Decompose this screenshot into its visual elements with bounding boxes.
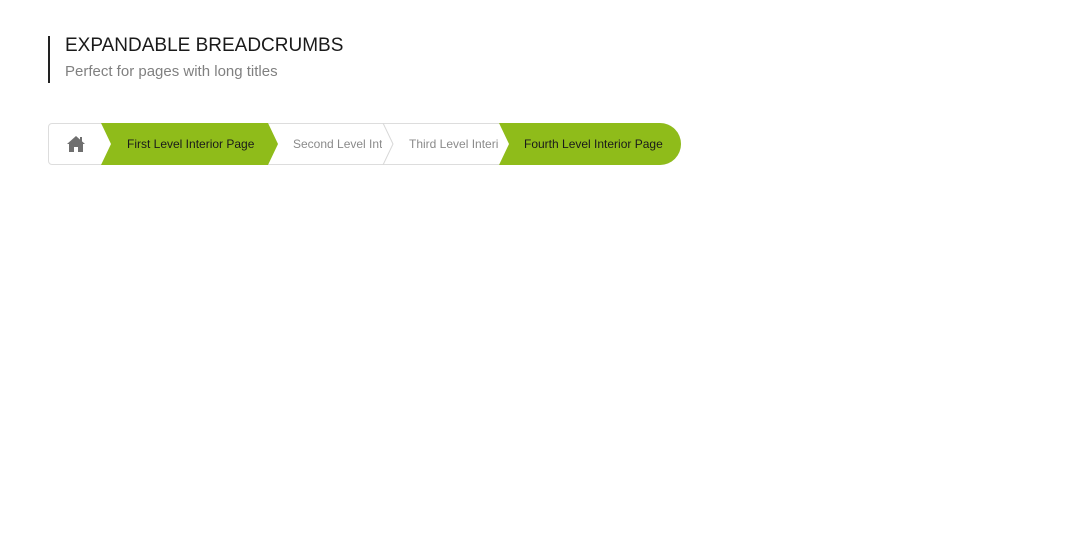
breadcrumb-item-first[interactable]: First Level Interior Page	[127, 123, 267, 165]
breadcrumb-item-fourth[interactable]: Fourth Level Interior Page	[524, 123, 674, 165]
breadcrumb-item-third[interactable]: Third Level Interi	[409, 123, 498, 165]
page-title: EXPANDABLE BREADCRUMBS	[65, 35, 344, 56]
breadcrumb-item-second[interactable]: Second Level Int	[293, 123, 382, 165]
page-subtitle: Perfect for pages with long titles	[65, 63, 278, 80]
breadcrumb-home[interactable]	[66, 135, 86, 153]
page-header: EXPANDABLE BREADCRUMBS Perfect for pages…	[48, 35, 344, 83]
breadcrumb: First Level Interior Page Second Level I…	[48, 123, 681, 165]
home-icon	[67, 136, 85, 152]
